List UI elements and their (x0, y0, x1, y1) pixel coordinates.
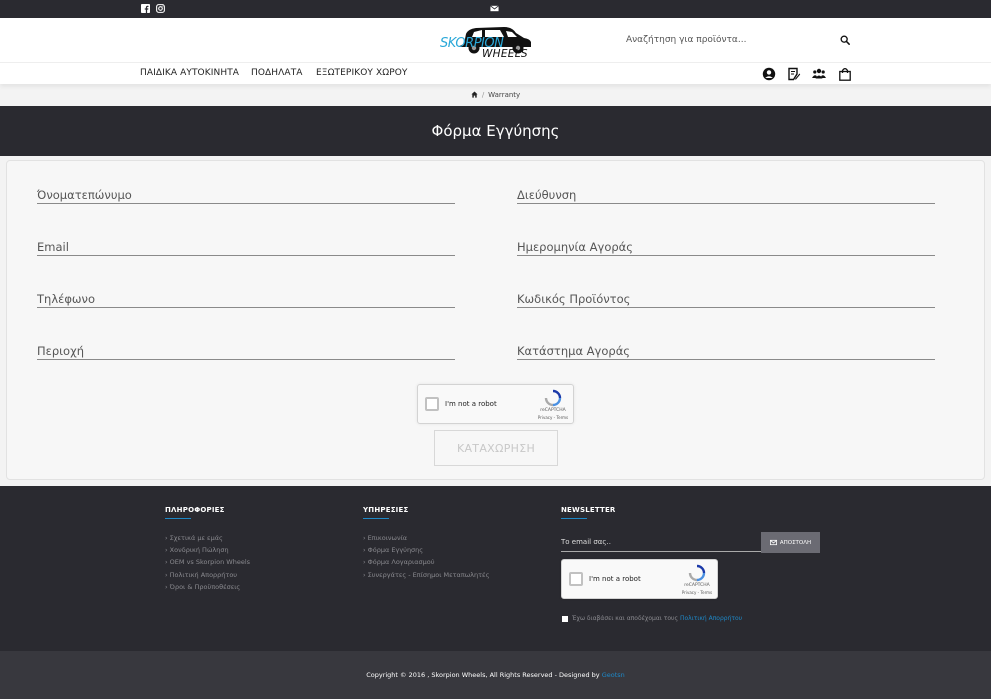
breadcrumb-current: Warranty (488, 91, 521, 99)
newsletter-send-button[interactable]: ΑΠΟΣΤΟΛΗ (761, 532, 820, 553)
newsletter-email-input[interactable] (561, 532, 761, 552)
logo-text-wheels: WHEELS (482, 48, 528, 60)
phone-input[interactable] (37, 290, 455, 308)
page-title-band: Φόρμα Εγγύησης (0, 106, 991, 156)
address-field (517, 184, 935, 204)
purchase-date-field (517, 236, 935, 256)
breadcrumb: / Warranty (0, 88, 991, 102)
recaptcha-widget: I'm not a robot reCAPTCHA Privacy - Term… (417, 384, 574, 424)
bottom-bar: Copyright © 2016 , Skorpion Wheels, All … (0, 651, 991, 699)
submit-button[interactable]: ΚΑΤΑΧΩΡΗΣΗ (434, 430, 558, 466)
search-box (620, 29, 858, 51)
breadcrumb-separator: / (481, 91, 485, 99)
footer-link-wholesale[interactable]: › Χονδρική Πώληση (165, 546, 229, 554)
region-input[interactable] (37, 342, 455, 360)
email-input[interactable] (37, 238, 455, 256)
purchase-date-input[interactable] (517, 238, 935, 256)
mail-icon[interactable] (490, 4, 499, 13)
nav-item-outdoor[interactable]: ΕΞΩΤΕΡΙΚΟΥ ΧΩΡΟΥ (316, 68, 408, 78)
search-input[interactable] (620, 30, 830, 50)
copyright-text: Copyright © 2016 , Skorpion Wheels, All … (366, 671, 625, 679)
home-icon[interactable] (471, 90, 478, 100)
newsletter-recaptcha-links[interactable]: Privacy - Terms (677, 590, 717, 595)
product-code-input[interactable] (517, 290, 935, 308)
user-icon[interactable] (761, 66, 776, 81)
footer-info-heading: ΠΛΗΡΟΦΟΡΙΕΣ (165, 506, 225, 514)
envelope-icon (769, 539, 777, 546)
footer-newsletter-heading: NEWSLETTER (561, 506, 616, 514)
product-code-field (517, 288, 935, 308)
search-icon[interactable] (838, 33, 852, 47)
agree-checkbox[interactable] (562, 616, 568, 622)
instagram-icon[interactable] (156, 4, 165, 13)
email-field (37, 236, 455, 256)
newsletter-recaptcha-logo-icon (688, 564, 706, 582)
footer-link-account-form[interactable]: › Φόρμα Λογαριασμού (363, 558, 435, 566)
store-field (517, 340, 935, 360)
footer-link-about[interactable]: › Σχετικά με εμάς (165, 534, 223, 542)
facebook-icon[interactable] (141, 4, 150, 13)
agree-text: Έχω διαβάσει και αποδέχομαι τους Πολιτικ… (572, 615, 743, 622)
phone-field (37, 288, 455, 308)
main-nav: ΠΑΙΔΙΚΑ ΑΥΤΟΚΙΝΗΤΑ ΠΟΔΗΛΑΤΑ ΕΞΩΤΕΡΙΚΟΥ Χ… (0, 62, 991, 84)
designer-link[interactable]: Geotsn (602, 671, 625, 679)
region-field (37, 340, 455, 360)
recaptcha-checkbox[interactable] (425, 397, 439, 411)
footer-link-contact[interactable]: › Επικοινωνία (363, 534, 407, 542)
recaptcha-links[interactable]: Privacy - Terms (533, 415, 573, 420)
skorpion-wheels-logo[interactable]: SKORPION WHEELS (438, 20, 558, 62)
footer-services-underline (363, 518, 389, 519)
footer-info-underline (165, 518, 191, 519)
site-header: SKORPION WHEELS (0, 18, 991, 62)
footer-services-heading: ΥΠΗΡΕΣΙΕΣ (363, 506, 409, 514)
footer-link-partners[interactable]: › Συνεργάτες - Επίσημοι Μεταπωλητές (363, 571, 489, 579)
store-input[interactable] (517, 342, 935, 360)
users-group-icon[interactable] (811, 66, 826, 81)
agree-privacy-link[interactable]: Πολιτική Απορρήτου (680, 615, 742, 622)
address-input[interactable] (517, 186, 935, 204)
recaptcha-label: I'm not a robot (445, 400, 497, 408)
page-title: Φόρμα Εγγύησης (431, 122, 560, 140)
shopping-bag-icon[interactable] (837, 66, 852, 81)
newsletter-recaptcha-brand: reCAPTCHA (684, 583, 710, 588)
newsletter-recaptcha-checkbox[interactable] (569, 572, 583, 586)
footer-newsletter-underline (561, 518, 587, 519)
site-footer: ΠΛΗΡΟΦΟΡΙΕΣ › Σχετικά με εμάς › Χονδρική… (0, 486, 991, 651)
footer-link-oem[interactable]: › OEM vs Skorpion Wheels (165, 558, 250, 566)
nav-item-kids-cars[interactable]: ΠΑΙΔΙΚΑ ΑΥΤΟΚΙΝΗΤΑ (140, 68, 239, 78)
fullname-input[interactable] (37, 186, 455, 204)
notes-icon[interactable] (786, 66, 801, 81)
recaptcha-brand: reCAPTCHA (540, 408, 566, 413)
warranty-form: I'm not a robot reCAPTCHA Privacy - Term… (6, 160, 985, 480)
footer-link-terms[interactable]: › Όροι & Προϋποθέσεις (165, 583, 240, 591)
newsletter-recaptcha-label: I'm not a robot (589, 575, 641, 583)
footer-link-privacy[interactable]: › Πολιτική Απορρήτου (165, 571, 237, 579)
top-bar (0, 0, 991, 18)
newsletter-recaptcha-widget: I'm not a robot reCAPTCHA Privacy - Term… (561, 559, 718, 599)
recaptcha-logo-icon (544, 389, 562, 407)
fullname-field (37, 184, 455, 204)
newsletter-send-label: ΑΠΟΣΤΟΛΗ (779, 539, 812, 546)
footer-link-warranty-form[interactable]: › Φόρμα Εγγύησης (363, 546, 423, 554)
nav-item-bicycles[interactable]: ΠΟΔΗΛΑΤΑ (251, 68, 303, 78)
